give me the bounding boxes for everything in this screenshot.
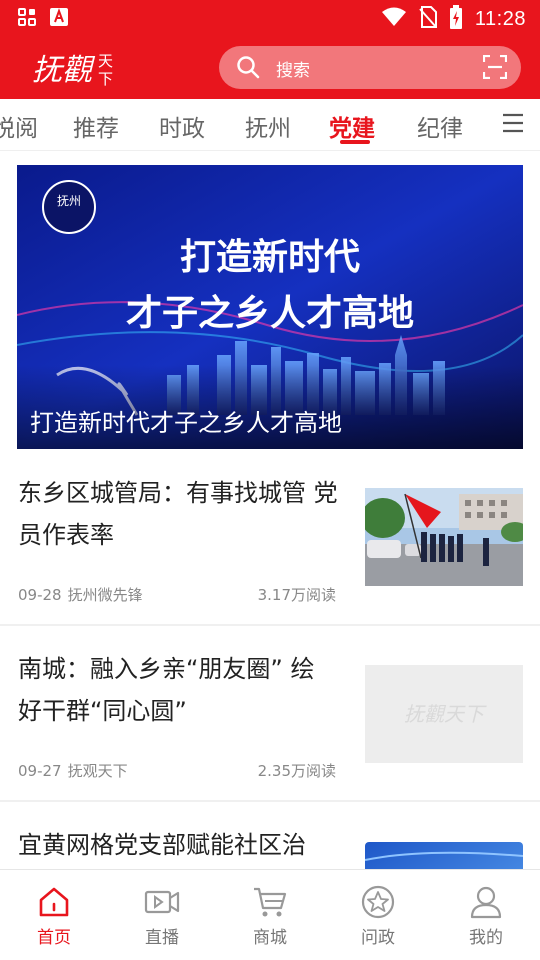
wifi-icon bbox=[381, 7, 407, 31]
tab-recommend[interactable]: 推荐 bbox=[73, 109, 119, 143]
banner-badge-text: 抚州 bbox=[57, 194, 81, 208]
article-reads: 2.35万阅读 bbox=[257, 762, 336, 780]
article-date: 09-27 bbox=[18, 762, 62, 780]
nav-label: 我的 bbox=[469, 928, 503, 948]
divider bbox=[0, 800, 540, 802]
status-time: 11:28 bbox=[474, 7, 526, 30]
svg-text:天: 天 bbox=[98, 52, 113, 70]
svg-text:下: 下 bbox=[98, 70, 113, 88]
channel-tabs: 悦阅 推荐 时政 抚州 党建 纪律 bbox=[0, 99, 540, 151]
banner-headline-2: 才子之乡人才高地 bbox=[126, 293, 414, 334]
search-placeholder: 搜索 bbox=[276, 61, 310, 81]
nav-politics-qa[interactable]: 问政 bbox=[324, 870, 432, 960]
status-bar: 11:28 bbox=[0, 0, 540, 36]
banner-caption: 打造新时代才子之乡人才高地 bbox=[30, 409, 342, 437]
font-app-icon bbox=[50, 8, 68, 30]
divider bbox=[0, 624, 540, 626]
tab-party-building[interactable]: 党建 bbox=[329, 109, 375, 143]
placeholder-logo: 抚觀天下 bbox=[404, 702, 487, 726]
svg-text:抚觀: 抚觀 bbox=[32, 53, 96, 88]
battery-charging-icon bbox=[449, 5, 463, 33]
list-item[interactable]: 南城：融入乡亲“朋友圈” 绘好干群“同心圆” 09-27 抚观天下 2.35万阅读… bbox=[0, 636, 540, 802]
menu-icon[interactable] bbox=[502, 112, 524, 138]
article-meta: 09-27 抚观天下 2.35万阅读 bbox=[18, 760, 336, 781]
nav-label: 直播 bbox=[145, 928, 179, 948]
list-item[interactable]: 东乡区城管局：有事找城管 党员作表率 09-28 抚州微先锋 3.17万阅读 bbox=[0, 460, 540, 626]
nav-label: 问政 bbox=[361, 928, 395, 948]
article-title: 南城：融入乡亲“朋友圈” 绘好干群“同心圆” bbox=[18, 655, 315, 725]
featured-banner[interactable]: 抚州 打造新时代 才子之乡人才高地 打造新时代才子之乡人才高地 bbox=[17, 165, 523, 449]
article-thumbnail bbox=[365, 488, 523, 586]
nav-live[interactable]: 直播 bbox=[108, 870, 216, 960]
article-thumbnail-placeholder: 抚觀天下 bbox=[365, 665, 523, 763]
article-date: 09-28 bbox=[18, 586, 62, 604]
article-thumbnail bbox=[365, 842, 523, 869]
article-title: 东乡区城管局：有事找城管 党员作表率 bbox=[18, 479, 338, 549]
nav-home[interactable]: 首页 bbox=[0, 870, 108, 960]
search-icon bbox=[236, 55, 260, 83]
nav-label: 首页 bbox=[37, 928, 71, 948]
app-header: 11:28 抚觀 天 下 搜索 bbox=[0, 0, 540, 99]
nav-mall[interactable]: 商城 bbox=[216, 870, 324, 960]
scan-icon[interactable] bbox=[482, 54, 508, 83]
apps-icon bbox=[18, 8, 36, 30]
article-title: 宜黄网格党支部赋能社区治 bbox=[18, 831, 306, 859]
tab-fuzhou[interactable]: 抚州 bbox=[245, 109, 291, 143]
bottom-nav: 首页 直播 商城 问政 我的 bbox=[0, 869, 540, 960]
nav-label: 商城 bbox=[253, 928, 287, 948]
home-icon bbox=[36, 884, 72, 920]
tab-politics[interactable]: 时政 bbox=[159, 109, 205, 143]
search-bar[interactable]: 搜索 bbox=[219, 46, 521, 89]
tab-yueyue[interactable]: 悦阅 bbox=[0, 109, 38, 143]
star-icon bbox=[360, 884, 396, 920]
active-tab-indicator bbox=[340, 140, 370, 144]
nav-mine[interactable]: 我的 bbox=[432, 870, 540, 960]
list-item[interactable]: 宜黄网格党支部赋能社区治 bbox=[0, 812, 540, 869]
tab-discipline[interactable]: 纪律 bbox=[417, 109, 463, 143]
user-icon bbox=[468, 884, 504, 920]
cart-icon bbox=[252, 884, 288, 920]
no-sim-icon bbox=[419, 6, 437, 32]
app-logo[interactable]: 抚觀 天 下 bbox=[32, 46, 132, 90]
video-icon bbox=[144, 884, 180, 920]
article-source: 抚州微先锋 bbox=[67, 586, 143, 604]
article-meta: 09-28 抚州微先锋 3.17万阅读 bbox=[18, 584, 336, 605]
article-source: 抚观天下 bbox=[67, 762, 128, 780]
banner-headline-1: 打造新时代 bbox=[180, 237, 360, 278]
article-reads: 3.17万阅读 bbox=[257, 586, 336, 604]
